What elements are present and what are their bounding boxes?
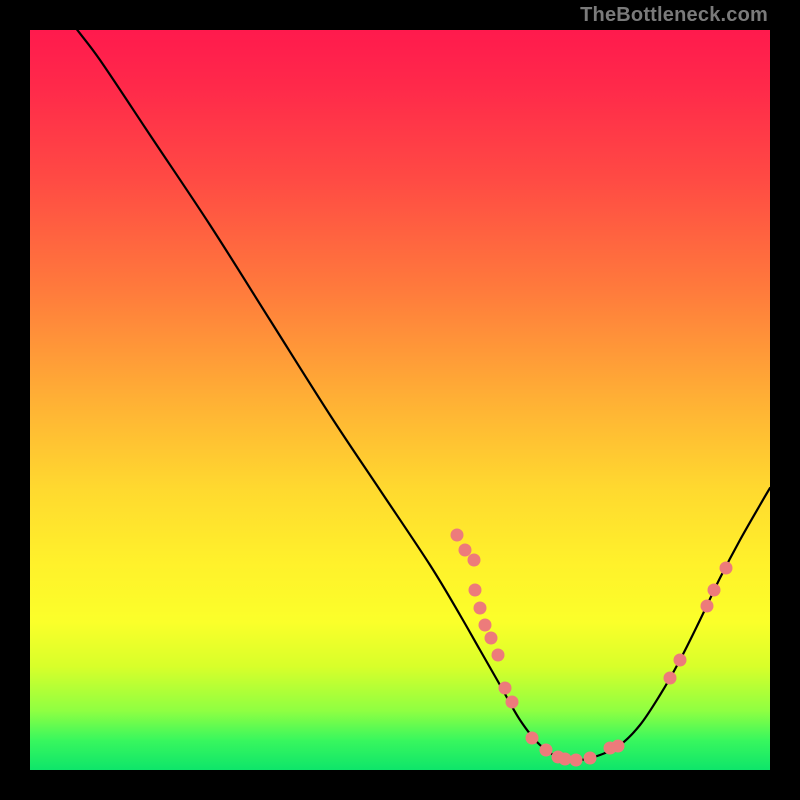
data-marker xyxy=(499,682,512,695)
data-marker xyxy=(469,584,482,597)
data-marker xyxy=(559,753,572,766)
chart-frame: TheBottleneck.com xyxy=(0,0,800,800)
data-marker xyxy=(664,672,677,685)
data-marker xyxy=(474,602,487,615)
data-marker xyxy=(492,649,505,662)
data-marker xyxy=(708,584,721,597)
watermark-text: TheBottleneck.com xyxy=(580,4,768,27)
data-marker xyxy=(468,554,481,567)
bottleneck-curve xyxy=(30,30,770,760)
data-marker xyxy=(570,754,583,767)
data-marker xyxy=(612,740,625,753)
data-marker xyxy=(506,696,519,709)
marker-group xyxy=(451,529,733,767)
data-marker xyxy=(584,752,597,765)
data-marker xyxy=(674,654,687,667)
data-marker xyxy=(701,600,714,613)
data-marker xyxy=(451,529,464,542)
data-marker xyxy=(720,562,733,575)
curve-layer xyxy=(30,30,770,770)
data-marker xyxy=(479,619,492,632)
data-marker xyxy=(485,632,498,645)
plot-area xyxy=(30,30,770,770)
data-marker xyxy=(459,544,472,557)
data-marker xyxy=(540,744,553,757)
data-marker xyxy=(526,732,539,745)
